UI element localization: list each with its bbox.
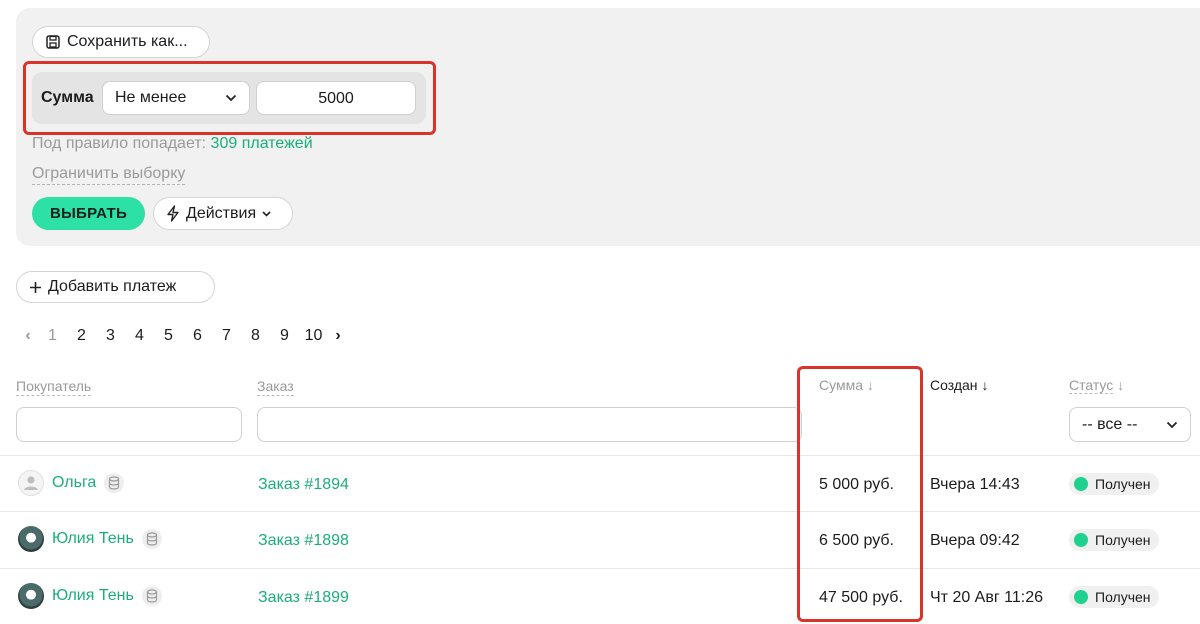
buyer-filter-input[interactable]: [16, 407, 242, 442]
page-link[interactable]: 4: [125, 327, 154, 345]
database-icon: [104, 473, 125, 493]
save-as-button[interactable]: Сохранить как...: [32, 26, 210, 58]
amount-column-highlight: [797, 366, 923, 622]
status-dot-icon: [1074, 477, 1088, 491]
page-link[interactable]: 2: [67, 327, 96, 345]
buyer-name: Юлия Тень: [52, 587, 134, 604]
header-created[interactable]: Создан ↓: [930, 377, 988, 393]
actions-label: Действия: [186, 204, 257, 222]
table-row-buyer[interactable]: Юлия Тень: [18, 526, 162, 552]
created-date: Вчера 09:42: [930, 532, 1020, 549]
page-link[interactable]: 9: [270, 327, 299, 345]
table-row-buyer[interactable]: Юлия Тень: [18, 583, 162, 609]
page-link[interactable]: 7: [212, 327, 241, 345]
payment-amount: 5 000 руб.: [819, 476, 894, 493]
filter-rule-row: Сумма Не менее 5000: [32, 72, 426, 124]
header-created-label: Создан: [930, 377, 978, 393]
rule-operator-select[interactable]: Не менее: [102, 81, 250, 115]
actions-button[interactable]: Действия: [153, 197, 293, 230]
status-dot-icon: [1074, 533, 1088, 547]
status-dot-icon: [1074, 590, 1088, 604]
header-order[interactable]: Заказ: [257, 377, 294, 396]
chevron-down-icon: [1166, 421, 1178, 428]
page-link[interactable]: 8: [241, 327, 270, 345]
floppy-disk-icon: [46, 35, 60, 49]
page-link[interactable]: 3: [96, 327, 125, 345]
buyer-name: Ольга: [52, 474, 97, 491]
add-payment-button[interactable]: Добавить платеж: [16, 271, 215, 303]
status-filter-select[interactable]: -- все --: [1069, 407, 1191, 442]
chevron-down-icon: [225, 94, 237, 102]
save-as-label: Сохранить как...: [67, 33, 188, 50]
order-link[interactable]: Заказ #1894: [258, 476, 349, 494]
status-label: Получен: [1095, 532, 1151, 548]
chevron-left-icon[interactable]: ‹: [18, 327, 38, 345]
header-status[interactable]: Статус ↓: [1069, 377, 1125, 394]
status-filter-value: -- все --: [1082, 415, 1138, 433]
created-date: Вчера 14:43: [930, 476, 1020, 493]
pagination: ‹ 1 2 3 4 5 6 7 8 9 10 ›: [18, 327, 348, 345]
row-divider: [0, 455, 1200, 456]
status-label: Получен: [1095, 589, 1151, 605]
avatar: [18, 583, 44, 609]
limit-selection-link[interactable]: Ограничить выборку: [32, 164, 186, 185]
match-count-line: Под правило попадает: 309 платежей: [32, 135, 313, 153]
page-link[interactable]: 5: [154, 327, 183, 345]
chevron-right-icon[interactable]: ›: [328, 327, 348, 345]
row-divider: [0, 568, 1200, 569]
page-link[interactable]: 6: [183, 327, 212, 345]
status-badge: Получен: [1069, 586, 1159, 608]
match-count[interactable]: 309 платежей: [211, 135, 313, 152]
page-link[interactable]: 10: [299, 327, 328, 345]
match-prefix: Под правило попадает:: [32, 135, 207, 152]
payment-amount: 6 500 руб.: [819, 532, 894, 549]
lightning-icon: [167, 205, 179, 222]
chevron-down-icon: [262, 210, 271, 217]
header-status-label: Статус: [1069, 377, 1114, 394]
arrow-down-icon: ↓: [981, 377, 989, 393]
select-button[interactable]: ВЫБРАТЬ: [32, 197, 145, 230]
page-current: 1: [48, 327, 57, 344]
row-divider: [0, 511, 1200, 512]
order-link[interactable]: Заказ #1898: [258, 532, 349, 550]
order-filter-input[interactable]: [257, 407, 802, 442]
status-badge: Получен: [1069, 473, 1159, 495]
status-badge: Получен: [1069, 529, 1159, 551]
arrow-down-icon: ↓: [1117, 377, 1125, 393]
plus-icon: [30, 281, 41, 293]
header-buyer[interactable]: Покупатель: [16, 377, 92, 396]
status-label: Получен: [1095, 476, 1151, 492]
buyer-name: Юлия Тень: [52, 530, 134, 547]
add-payment-label: Добавить платеж: [48, 278, 177, 295]
arrow-down-icon: ↓: [866, 377, 874, 393]
rule-value-input[interactable]: 5000: [256, 81, 416, 115]
avatar: [18, 470, 44, 496]
table-row-buyer[interactable]: Ольга: [18, 470, 125, 496]
database-icon: [141, 586, 162, 606]
created-date: Чт 20 Авг 11:26: [930, 589, 1043, 606]
header-amount[interactable]: Сумма ↓: [819, 377, 874, 393]
rule-field-label: Сумма: [41, 89, 94, 106]
avatar: [18, 526, 44, 552]
header-amount-label: Сумма: [819, 377, 863, 393]
database-icon: [141, 529, 162, 549]
rule-operator-value: Не менее: [115, 89, 187, 106]
order-link[interactable]: Заказ #1899: [258, 589, 349, 607]
payment-amount: 47 500 руб.: [819, 589, 903, 606]
person-icon: [24, 476, 38, 490]
